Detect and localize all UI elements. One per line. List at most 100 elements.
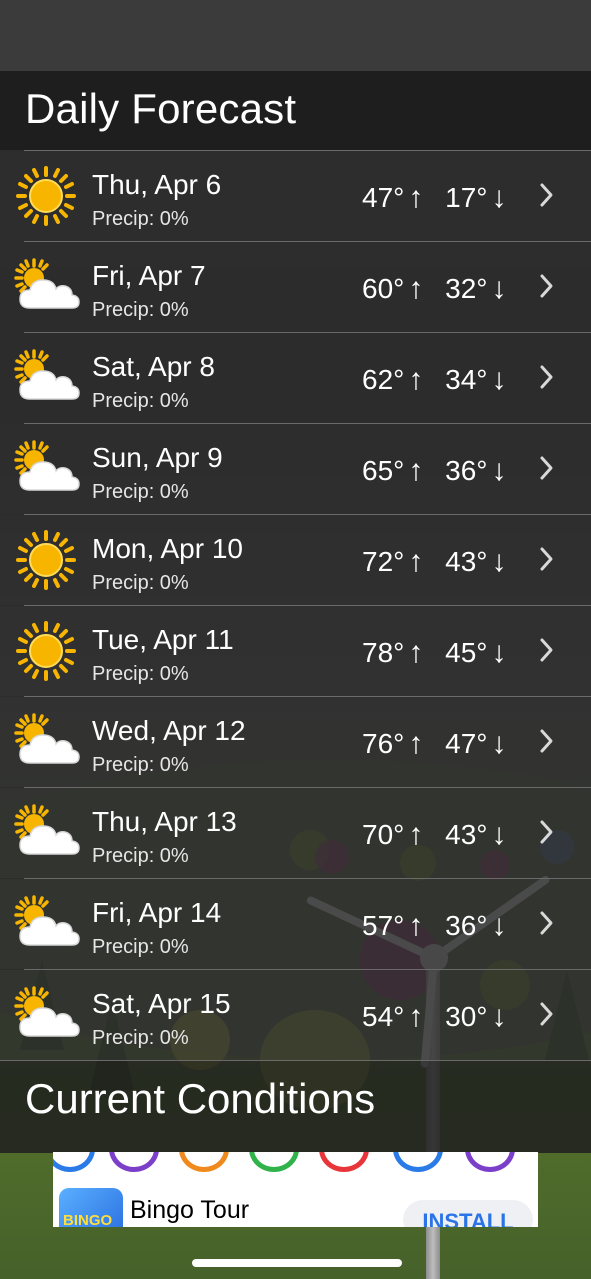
precip-label: Precip: 0% — [92, 572, 189, 594]
divider-inset — [0, 241, 24, 242]
chevron-right-icon[interactable] — [536, 272, 556, 300]
precip-label: Precip: 0% — [92, 208, 189, 230]
chevron-right-icon[interactable] — [536, 909, 556, 937]
precip-label: Precip: 0% — [92, 299, 189, 321]
up-arrow-icon: ↑ — [408, 454, 424, 487]
forecast-day-label: Fri, Apr 14 — [92, 897, 222, 928]
down-arrow-icon: ↓ — [491, 727, 507, 760]
low-temp: 45° — [445, 637, 488, 668]
precip-label: Precip: 0% — [92, 663, 189, 685]
precip-label: Precip: 0% — [92, 754, 189, 776]
partly-cloudy-icon — [12, 256, 80, 318]
forecast-row[interactable]: Thu, Apr 6 Precip: 0% 47° ↑ 17° ↓ — [0, 150, 591, 241]
precip-label: Precip: 0% — [92, 481, 189, 503]
down-arrow-icon: ↓ — [491, 454, 507, 487]
forecast-row[interactable]: Sat, Apr 8 Precip: 0% 62° ↑ 34° ↓ — [0, 332, 591, 423]
down-arrow-icon: ↓ — [491, 363, 507, 396]
sun-icon — [12, 165, 80, 227]
down-arrow-icon: ↓ — [491, 636, 507, 669]
divider-inset — [0, 696, 24, 697]
forecast-day-label: Tue, Apr 11 — [92, 624, 234, 655]
chevron-right-icon[interactable] — [536, 545, 556, 573]
sun-icon — [12, 620, 80, 682]
bingo-ball — [109, 1152, 159, 1172]
chevron-right-icon[interactable] — [536, 1000, 556, 1028]
forecast-row[interactable]: Fri, Apr 14 Precip: 0% 57° ↑ 36° ↓ — [0, 878, 591, 969]
up-arrow-icon: ↑ — [408, 636, 424, 669]
install-button[interactable]: INSTALL — [403, 1200, 533, 1227]
partly-cloudy-icon — [12, 802, 80, 864]
current-conditions-section[interactable]: Current Conditions — [0, 1060, 591, 1153]
high-temp: 76° — [362, 728, 405, 759]
forecast-day-label: Mon, Apr 10 — [92, 533, 243, 564]
forecast-row[interactable]: Thu, Apr 13 Precip: 0% 70° ↑ 43° ↓ — [0, 787, 591, 878]
up-arrow-icon: ↑ — [408, 818, 424, 851]
up-arrow-icon: ↑ — [408, 272, 424, 305]
precip-label: Precip: 0% — [92, 845, 189, 867]
daily-forecast-header: Daily Forecast — [0, 71, 591, 150]
high-temp: 78° — [362, 637, 405, 668]
down-arrow-icon: ↓ — [491, 545, 507, 578]
temperature-range: 60° ↑ 32° ↓ — [362, 272, 506, 306]
low-temp: 43° — [445, 546, 488, 577]
forecast-day-label: Fri, Apr 7 — [92, 260, 206, 291]
ad-banner[interactable]: BINGO Bingo Tour INSTALL — [53, 1152, 538, 1227]
precip-label: Precip: 0% — [92, 1027, 189, 1049]
divider-inset — [0, 878, 24, 879]
app-icon-label: BINGO — [63, 1212, 113, 1227]
chevron-right-icon[interactable] — [536, 636, 556, 664]
forecast-row[interactable]: Tue, Apr 11 Precip: 0% 78° ↑ 45° ↓ — [0, 605, 591, 696]
forecast-row[interactable]: Fri, Apr 7 Precip: 0% 60° ↑ 32° ↓ — [0, 241, 591, 332]
bingo-ball — [319, 1152, 369, 1172]
chevron-right-icon[interactable] — [536, 363, 556, 391]
chevron-right-icon[interactable] — [536, 818, 556, 846]
forecast-row[interactable]: Sat, Apr 15 Precip: 0% 54° ↑ 30° ↓ — [0, 969, 591, 1060]
divider-inset — [0, 332, 24, 333]
forecast-day-label: Thu, Apr 6 — [92, 169, 222, 200]
temperature-range: 65° ↑ 36° ↓ — [362, 454, 506, 488]
low-temp: 36° — [445, 455, 488, 486]
divider-inset — [0, 514, 24, 515]
up-arrow-icon: ↑ — [408, 727, 424, 760]
divider-inset — [0, 969, 24, 970]
forecast-day-label: Sat, Apr 15 — [92, 988, 231, 1019]
bingo-ball — [179, 1152, 229, 1172]
status-bar — [0, 0, 591, 71]
high-temp: 47° — [362, 182, 405, 213]
forecast-row[interactable]: Mon, Apr 10 Precip: 0% 72° ↑ 43° ↓ — [0, 514, 591, 605]
high-temp: 62° — [362, 364, 405, 395]
partly-cloudy-icon — [12, 984, 80, 1046]
ad-app-name[interactable]: Bingo Tour — [130, 1196, 249, 1225]
low-temp: 17° — [445, 182, 488, 213]
up-arrow-icon: ↑ — [408, 1000, 424, 1033]
bingo-ball — [53, 1152, 95, 1172]
chevron-right-icon[interactable] — [536, 727, 556, 755]
chevron-right-icon[interactable] — [536, 454, 556, 482]
bingo-ball — [249, 1152, 299, 1172]
precip-label: Precip: 0% — [92, 936, 189, 958]
low-temp: 43° — [445, 819, 488, 850]
bingo-ball — [465, 1152, 515, 1172]
down-arrow-icon: ↓ — [491, 272, 507, 305]
bingo-balls-graphic — [53, 1152, 538, 1174]
partly-cloudy-icon — [12, 438, 80, 500]
high-temp: 65° — [362, 455, 405, 486]
forecast-row[interactable]: Wed, Apr 12 Precip: 0% 76° ↑ 47° ↓ — [0, 696, 591, 787]
low-temp: 34° — [445, 364, 488, 395]
chevron-right-icon[interactable] — [536, 181, 556, 209]
temperature-range: 70° ↑ 43° ↓ — [362, 818, 506, 852]
bingo-app-icon[interactable]: BINGO — [59, 1188, 123, 1227]
temperature-range: 54° ↑ 30° ↓ — [362, 1000, 506, 1034]
up-arrow-icon: ↑ — [408, 545, 424, 578]
divider-inset — [0, 150, 24, 151]
home-indicator[interactable] — [192, 1259, 402, 1267]
partly-cloudy-icon — [12, 347, 80, 409]
temperature-range: 78° ↑ 45° ↓ — [362, 636, 506, 670]
low-temp: 32° — [445, 273, 488, 304]
bingo-ball — [393, 1152, 443, 1172]
up-arrow-icon: ↑ — [408, 363, 424, 396]
temperature-range: 62° ↑ 34° ↓ — [362, 363, 506, 397]
low-temp: 47° — [445, 728, 488, 759]
forecast-row[interactable]: Sun, Apr 9 Precip: 0% 65° ↑ 36° ↓ — [0, 423, 591, 514]
forecast-day-label: Sun, Apr 9 — [92, 442, 223, 473]
